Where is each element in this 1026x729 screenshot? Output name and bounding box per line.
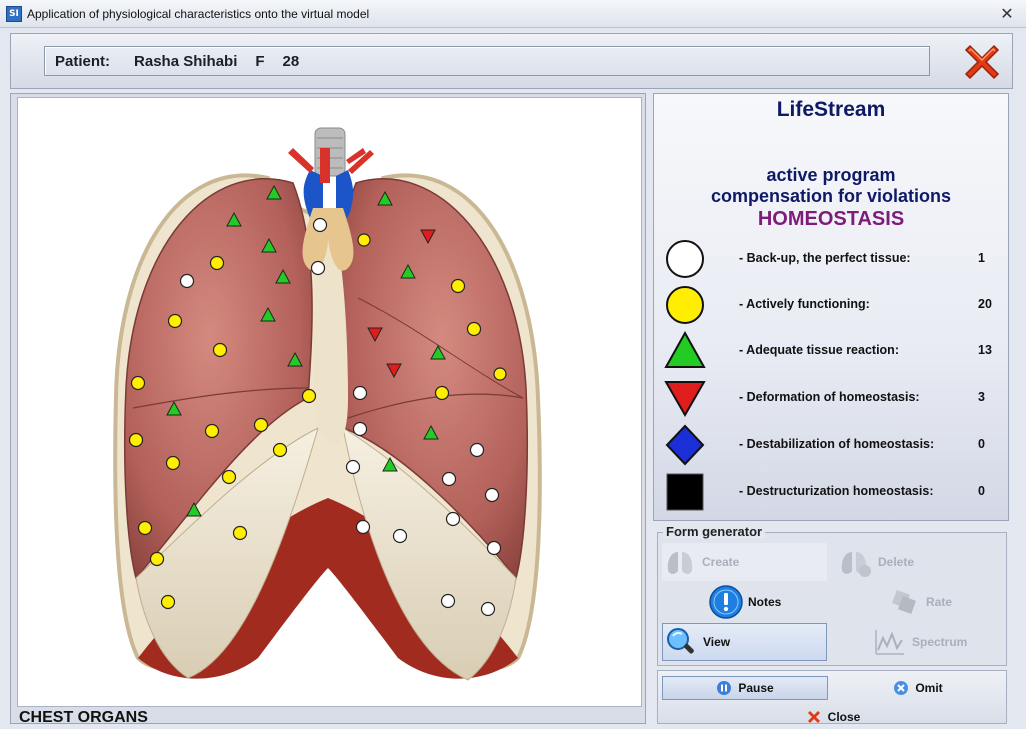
- window-close-button[interactable]: ✕: [998, 5, 1016, 23]
- legend-row-destructurization: - Destructurization homeostasis: 0: [664, 471, 1000, 515]
- view-label: View: [703, 635, 731, 649]
- yellow-circle-icon: [666, 286, 704, 324]
- legend-row-destabilization: - Destabilization of homeostasis: 0: [664, 424, 1000, 468]
- legend-label: - Deformation of homeostasis:: [739, 390, 920, 404]
- pause-label: Pause: [738, 681, 774, 695]
- legend-count: 1: [978, 251, 985, 265]
- black-square-icon: [666, 473, 704, 511]
- rate-button[interactable]: Rate: [886, 583, 1026, 621]
- model-image-panel: CHEST ORGANS: [10, 93, 646, 726]
- legend-row-active: - Actively functioning: 20: [664, 284, 1000, 328]
- app-icon: SI: [6, 5, 22, 22]
- white-circle-icon: [666, 240, 704, 278]
- patient-label: Patient:: [55, 52, 111, 70]
- delete-button[interactable]: Delete: [838, 543, 1003, 581]
- window-titlebar: SI Application of physiological characte…: [0, 0, 1026, 28]
- spectrum-button[interactable]: Spectrum: [872, 623, 1026, 661]
- legend-panel: LifeStream active program compensation f…: [653, 93, 1009, 521]
- notes-button[interactable]: Notes: [708, 583, 873, 621]
- form-generator-title: Form generator: [663, 524, 766, 539]
- legend-count: 20: [978, 297, 992, 311]
- program-line-3: HOMEOSTASIS: [757, 208, 905, 230]
- yellow-circle-markers: [128, 233, 507, 610]
- magnifier-icon: [667, 628, 694, 654]
- legend-label: - Destabilization of homeostasis:: [739, 437, 935, 451]
- patient-age: 28: [282, 52, 300, 70]
- legend-count: 0: [978, 484, 985, 498]
- create-label: Create: [702, 555, 740, 569]
- patient-name: Rasha Shihabi: [134, 52, 238, 70]
- legend-count: 13: [978, 343, 992, 357]
- program-line-2: compensation for violations: [710, 186, 952, 206]
- patient-header: Patient: Rasha Shihabi F 28: [10, 33, 1013, 89]
- rate-label: Rate: [926, 595, 953, 609]
- legend-label: - Adequate tissue reaction:: [739, 343, 899, 357]
- close-button[interactable]: Close: [658, 705, 1008, 729]
- omit-button[interactable]: Omit: [834, 676, 1002, 700]
- lungs-delete-icon: [841, 552, 871, 577]
- red-inverted-triangle-icon: [664, 381, 706, 418]
- window-title: Application of physiological characteris…: [27, 6, 370, 21]
- program-line-1: active program: [766, 165, 896, 185]
- legend-row-backup: - Back-up, the perfect tissue: 1: [664, 238, 1000, 282]
- patient-info-box: Patient: Rasha Shihabi F 28: [44, 46, 930, 76]
- organ-label: CHEST ORGANS: [19, 709, 148, 726]
- omit-icon: [894, 681, 909, 695]
- legend-label: - Actively functioning:: [739, 297, 870, 311]
- action-panel: Pause Omit Close: [657, 670, 1007, 724]
- view-button[interactable]: View: [662, 623, 827, 661]
- brand-title: LifeStream: [776, 98, 886, 121]
- pause-button[interactable]: Pause: [662, 676, 828, 700]
- legend-count: 3: [978, 390, 985, 404]
- blue-diamond-icon: [665, 424, 705, 466]
- tissue-markers: [128, 184, 507, 617]
- legend-count: 0: [978, 437, 985, 451]
- white-circle-markers: [179, 217, 502, 617]
- close-x-icon[interactable]: [960, 40, 1004, 84]
- create-button[interactable]: Create: [662, 543, 827, 581]
- green-triangle-markers: [166, 184, 446, 517]
- pause-icon: [717, 681, 732, 695]
- green-triangle-icon: [664, 330, 706, 368]
- info-icon: [709, 585, 743, 619]
- legend-label: - Back-up, the perfect tissue:: [739, 251, 911, 265]
- close-label: Close: [827, 710, 861, 724]
- spectrum-icon: [875, 630, 904, 655]
- delete-label: Delete: [878, 555, 915, 569]
- legend-row-adequate: - Adequate tissue reaction: 13: [664, 330, 1000, 374]
- close-icon: [807, 711, 820, 723]
- red-triangle-markers: [367, 229, 436, 379]
- spectrum-label: Spectrum: [912, 635, 968, 649]
- patient-sex: F: [255, 52, 265, 70]
- rate-icon: [892, 590, 916, 614]
- omit-label: Omit: [915, 681, 943, 695]
- lungs-icon: [667, 552, 693, 574]
- lungs-model-canvas: [17, 97, 642, 707]
- notes-label: Notes: [748, 595, 782, 609]
- legend-label: - Destructurization homeostasis:: [739, 484, 934, 498]
- form-generator-group: Form generator Create Delete Notes Rate: [657, 524, 1007, 666]
- legend-row-deformation: - Deformation of homeostasis: 3: [664, 377, 1000, 421]
